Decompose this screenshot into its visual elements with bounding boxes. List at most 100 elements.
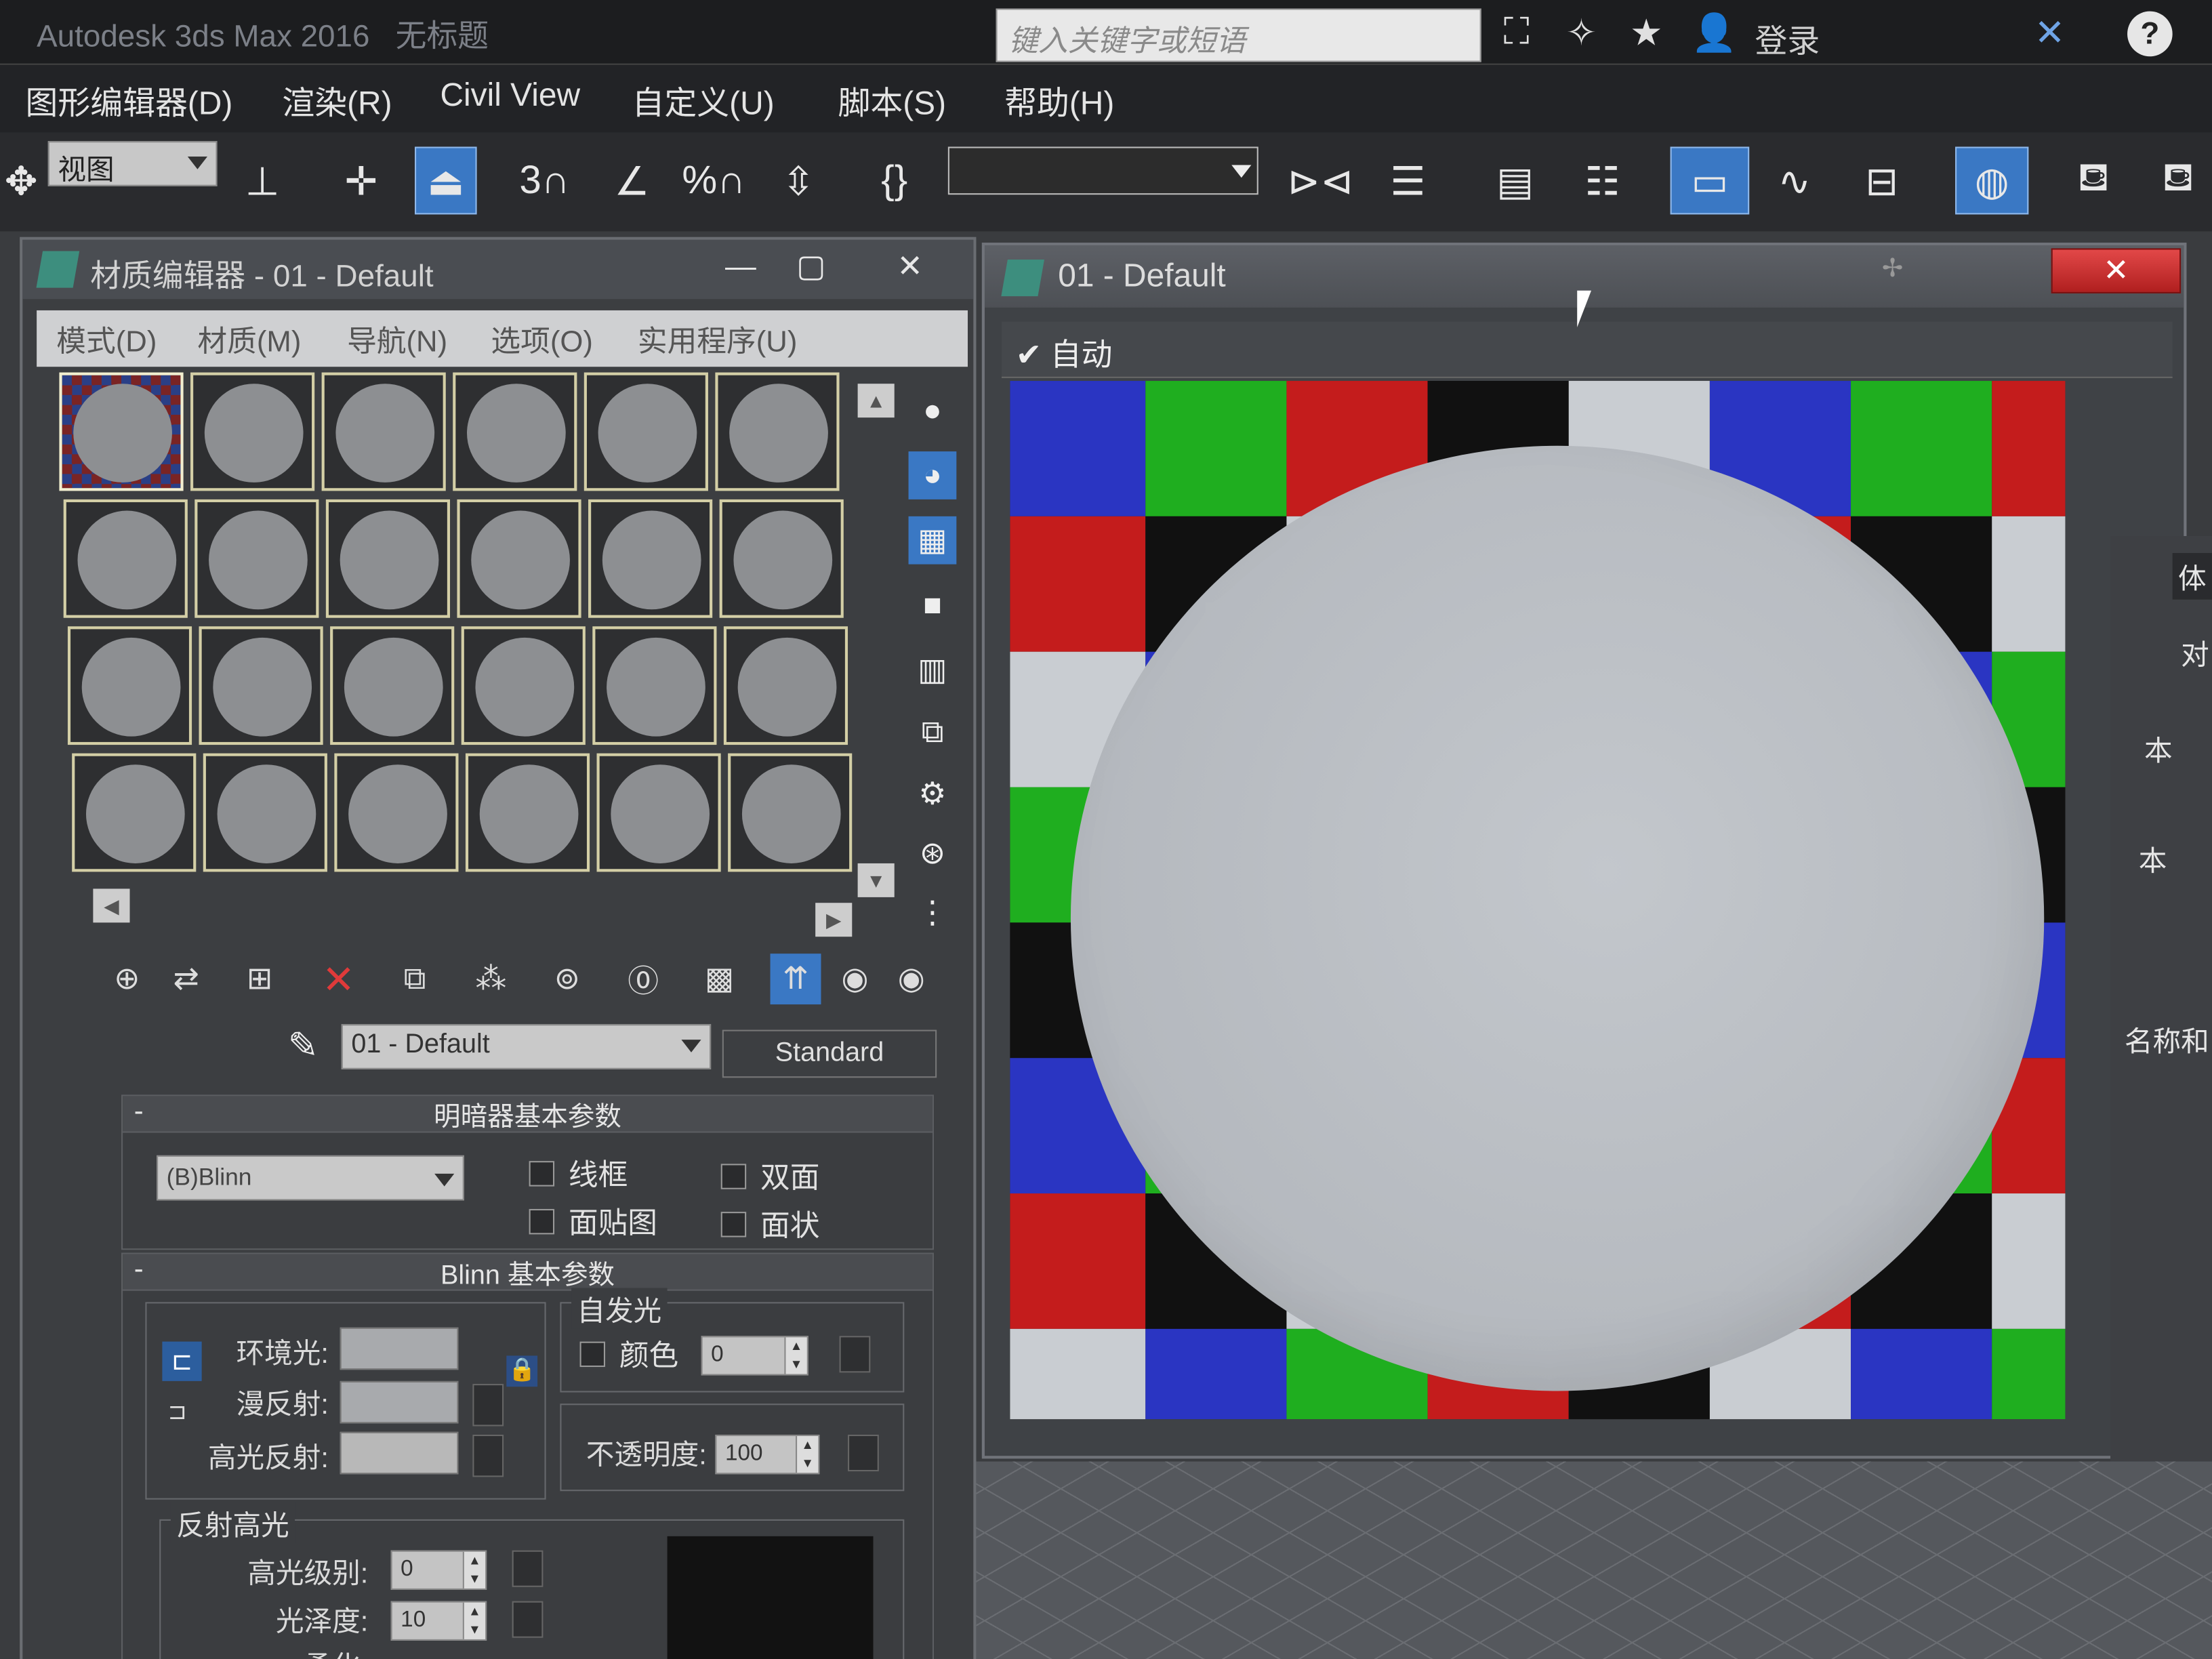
scroll-right-button[interactable]: ▶ — [815, 903, 853, 937]
self-illum-map-button[interactable] — [839, 1336, 871, 1373]
menu-scripting[interactable]: 脚本(S) — [838, 76, 946, 124]
sample-slot[interactable] — [190, 372, 315, 491]
curve-editor-icon[interactable]: ∿ — [1763, 146, 1826, 214]
sample-slot[interactable] — [203, 753, 327, 872]
opacity-map-button[interactable] — [848, 1434, 879, 1472]
specular-level-spinner[interactable]: 0 ▲ ▼ — [390, 1550, 487, 1590]
sample-slot[interactable] — [59, 372, 184, 491]
material-editor-button[interactable]: ◍ — [1955, 146, 2029, 215]
auto-update-checkbox[interactable]: ✔ 自动 — [1016, 330, 1113, 375]
rollout-header[interactable]: - 明暗器基本参数 — [123, 1096, 933, 1133]
sample-slot[interactable] — [334, 753, 459, 872]
sample-slot[interactable] — [723, 626, 848, 745]
ambient-color-swatch[interactable] — [340, 1327, 459, 1370]
move-icon[interactable]: ✛ — [330, 146, 392, 214]
diffuse-color-swatch[interactable] — [340, 1380, 459, 1424]
specular-level-map-button[interactable] — [512, 1550, 544, 1587]
shader-type-dropdown[interactable]: (B)Blinn — [157, 1155, 464, 1201]
sample-slot[interactable] — [719, 499, 844, 618]
pivot-icon[interactable]: ⊥ — [231, 146, 293, 214]
close-button[interactable]: ✕ — [883, 248, 937, 287]
diffuse-map-button[interactable] — [472, 1384, 504, 1427]
checkbox-box[interactable] — [529, 1161, 555, 1187]
video-color-check-icon[interactable]: ▥ — [909, 646, 957, 694]
sample-slot[interactable] — [715, 372, 840, 491]
schematic-view-icon[interactable]: ⊟ — [1851, 146, 1913, 214]
sample-slot[interactable] — [583, 372, 708, 491]
background-checker-icon[interactable]: ▦ — [908, 516, 957, 565]
sample-slot[interactable] — [592, 626, 717, 745]
mirror-icon[interactable]: ⊳⊲ — [1288, 146, 1354, 214]
binoculars-icon[interactable]: ⛶ — [1492, 8, 1540, 56]
select-by-material-icon[interactable]: ⊛ — [909, 830, 957, 878]
sample-slot[interactable] — [330, 626, 455, 745]
go-forward-sibling-icon[interactable]: ◉ — [886, 954, 937, 1004]
material-name-field[interactable]: 01 - Default — [341, 1024, 712, 1069]
sample-slot[interactable] — [596, 753, 721, 872]
menu-options[interactable]: 选项(O) — [491, 319, 593, 361]
material-type-button[interactable]: Standard — [722, 1029, 937, 1078]
specular-color-swatch[interactable] — [340, 1431, 459, 1475]
menu-help[interactable]: 帮助(H) — [1004, 76, 1114, 124]
align-icon[interactable]: ☰ — [1377, 146, 1439, 214]
wire-checkbox[interactable]: 线框 — [529, 1153, 628, 1195]
sample-slot[interactable] — [325, 499, 451, 618]
rollout-header[interactable]: - Blinn 基本参数 — [123, 1254, 933, 1291]
render-teapot-icon[interactable]: ⛾ — [2147, 146, 2209, 214]
scroll-left-button[interactable]: ◀ — [93, 888, 130, 923]
select-move-icon[interactable]: ✥ — [0, 146, 42, 214]
star-icon[interactable]: ★ — [1622, 8, 1671, 56]
material-id-channel-icon[interactable]: ⓪ — [618, 954, 669, 1004]
login-link[interactable]: 登录 — [1755, 14, 1820, 62]
menu-navigation[interactable]: 导航(N) — [347, 319, 447, 361]
material-map-navigator-icon[interactable]: ⋮ — [909, 888, 957, 937]
exchange-icon[interactable]: ✕ — [2026, 8, 2074, 56]
sample-slot[interactable] — [461, 626, 586, 745]
satellite-icon[interactable]: ✧ — [1557, 8, 1605, 56]
checkbox-box[interactable] — [720, 1164, 747, 1189]
sample-type-icon[interactable]: ● — [909, 386, 957, 434]
sample-slot[interactable] — [199, 626, 323, 745]
maximize-button[interactable]: ▢ — [784, 248, 838, 287]
sample-slot[interactable] — [465, 753, 590, 872]
put-to-library-icon[interactable]: ⊚ — [541, 954, 592, 1004]
sample-slot[interactable] — [457, 499, 581, 618]
material-preview-render[interactable] — [1010, 381, 2066, 1420]
faceted-checkbox[interactable]: 面状 — [720, 1204, 819, 1246]
sample-slot[interactable] — [321, 372, 446, 491]
make-preview-icon[interactable]: ⧉ — [909, 708, 957, 756]
sample-slot[interactable] — [67, 626, 192, 745]
sample-slot[interactable] — [453, 372, 577, 491]
link-icon[interactable]: ⊐ — [168, 1398, 187, 1427]
self-illum-spinner[interactable]: 0 ▲ ▼ — [701, 1336, 808, 1376]
minimize-button[interactable]: — — [714, 248, 767, 287]
named-selection-dropdown[interactable] — [947, 146, 1258, 195]
lock-icon[interactable]: 🔒 — [506, 1355, 538, 1387]
checkbox-box[interactable] — [579, 1341, 606, 1368]
right-panel-label-1[interactable]: 体 — [2172, 552, 2212, 600]
percent-snap-icon[interactable]: % ∩ — [682, 146, 745, 214]
assign-material-icon[interactable]: ⊞ — [234, 954, 285, 1004]
menu-graph-editors[interactable]: 图形编辑器(D) — [25, 76, 232, 124]
make-copy-icon[interactable]: ⧉ — [390, 954, 441, 1004]
preview-close-button[interactable]: ✕ — [2051, 248, 2182, 293]
sample-slot[interactable] — [72, 753, 197, 872]
menu-modes[interactable]: 模式(D) — [56, 319, 157, 361]
sample-slot[interactable] — [63, 499, 188, 618]
user-icon[interactable]: 👤 — [1690, 8, 1738, 56]
sample-uv-tiling-icon[interactable]: ■ — [909, 581, 957, 630]
checkbox-box[interactable] — [720, 1212, 747, 1237]
checkbox-box[interactable] — [529, 1208, 555, 1235]
pick-material-eyedropper-icon[interactable]: ✎ — [288, 1024, 319, 1068]
scene-explorer-icon[interactable]: ▤ — [1484, 146, 1547, 214]
sample-slot[interactable] — [588, 499, 713, 618]
scroll-down-button[interactable]: ▼ — [857, 863, 895, 897]
search-input[interactable]: 键入关键字或短语 — [996, 8, 1481, 62]
backlight-icon[interactable]: ◕ — [908, 451, 957, 499]
go-to-parent-icon[interactable]: ◉ — [830, 954, 880, 1004]
opacity-spinner[interactable]: 100 ▲ ▼ — [715, 1434, 820, 1475]
toggle-ribbon-button[interactable]: ▭ — [1670, 146, 1750, 215]
help-icon[interactable]: ? — [2127, 11, 2173, 57]
select-manipulate-button[interactable]: ⏏ — [414, 146, 477, 215]
right-panel-label-2[interactable]: 对 — [2181, 632, 2209, 673]
